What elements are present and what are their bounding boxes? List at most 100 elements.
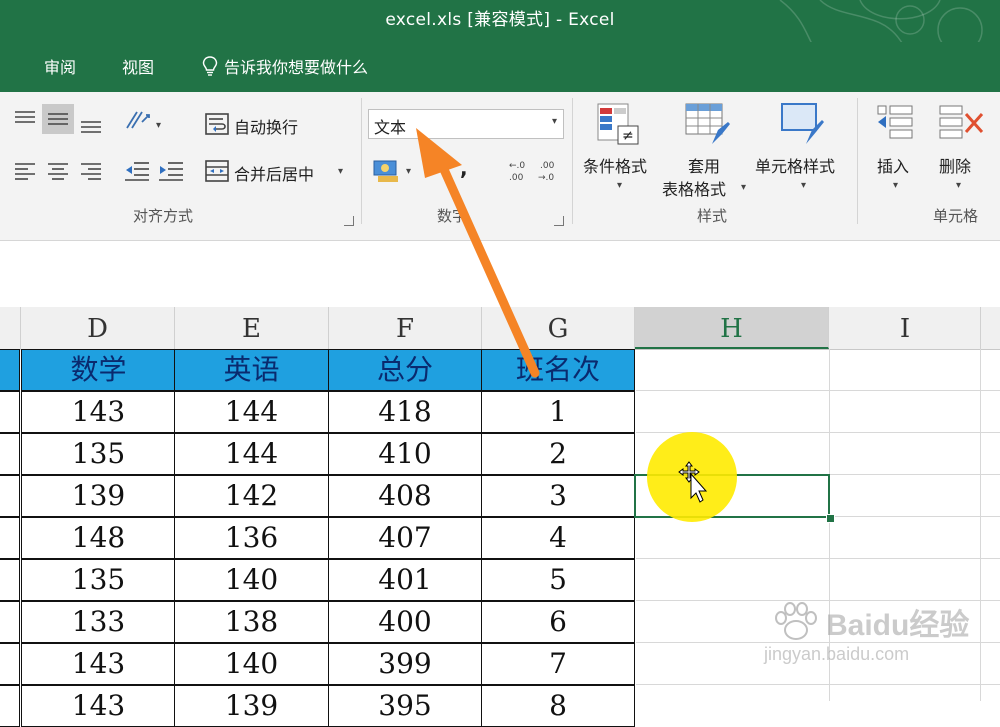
table-cell[interactable] [0,559,20,601]
table-header-cell[interactable]: 总分 [328,349,482,391]
align-top-icon[interactable] [14,108,36,128]
number-group-label: 数字 [437,207,468,225]
comma-style-button[interactable]: , [460,156,468,180]
table-cell[interactable]: 418 [328,391,482,433]
increase-indent-icon[interactable] [158,160,184,182]
table-cell[interactable]: 7 [481,643,635,685]
table-cell[interactable] [0,601,20,643]
orientation-icon[interactable] [124,108,152,132]
table-cell[interactable]: 3 [481,475,635,517]
table-cell[interactable]: 135 [21,559,176,601]
decrease-indent-icon[interactable] [124,160,150,182]
format-as-table-label-2[interactable]: 表格格式 [662,176,726,200]
delete-button[interactable]: 删除 [939,153,971,177]
column-header-g[interactable]: G [482,307,635,349]
table-cell[interactable]: 2 [481,433,635,475]
table-cell[interactable]: 133 [21,601,176,643]
table-cell[interactable] [0,517,20,559]
table-cell[interactable]: 410 [328,433,482,475]
table-cell[interactable]: 142 [174,475,329,517]
column-header-h[interactable]: H [635,307,829,349]
column-header-i[interactable]: I [830,307,981,349]
table-cell[interactable]: 8 [481,685,635,727]
table-cell[interactable]: 140 [174,643,329,685]
table-cell[interactable]: 5 [481,559,635,601]
decrease-decimal-icon[interactable]: .00→.0 [536,158,562,184]
formula-bar[interactable] [0,241,1000,307]
table-cell[interactable] [0,475,20,517]
alignment-launcher-icon[interactable] [344,216,354,226]
fill-handle[interactable] [826,514,835,523]
number-format-select[interactable]: 文本 ▾ [368,109,564,139]
table-cell[interactable]: 6 [481,601,635,643]
table-cell[interactable]: 143 [21,685,176,727]
wrap-text-icon [205,113,229,135]
table-cell[interactable]: 401 [328,559,482,601]
table-cell[interactable]: 399 [328,643,482,685]
orientation-caret-icon[interactable]: ▾ [156,120,161,131]
table-cell[interactable]: 408 [328,475,482,517]
number-launcher-icon[interactable] [554,216,564,226]
column-header-d[interactable]: D [21,307,175,349]
watermark-brand: Baidu经验 [826,609,970,642]
column-header-c[interactable] [0,307,21,349]
format-as-table-label-1[interactable]: 套用 [688,153,720,177]
table-header-cell[interactable] [0,349,20,391]
column-header-f[interactable]: F [329,307,482,349]
tab-review[interactable]: 审阅 [44,54,76,78]
align-middle-button[interactable] [42,104,74,134]
group-separator [361,98,362,224]
table-cell[interactable]: 139 [174,685,329,727]
table-cell[interactable]: 144 [174,433,329,475]
table-cell[interactable] [0,391,20,433]
cell-styles-caret-icon[interactable]: ▾ [801,180,806,191]
svg-text:→.0: →.0 [538,173,554,183]
wrap-text-button[interactable]: 自动换行 [234,114,298,138]
table-cell[interactable] [0,433,20,475]
table-cell[interactable]: 148 [21,517,176,559]
conditional-formatting-button[interactable]: 条件格式 [583,153,647,177]
increase-decimal-icon[interactable]: ←.0.00 [503,158,529,184]
merge-center-button[interactable]: 合并后居中 [234,161,314,185]
table-cell[interactable]: 144 [174,391,329,433]
table-cell[interactable]: 135 [21,433,176,475]
tell-me-box[interactable]: 告诉我你想要做什么 [202,54,368,78]
accounting-format-icon[interactable] [372,158,402,184]
accounting-caret-icon[interactable]: ▾ [406,166,411,177]
table-cell[interactable]: 136 [174,517,329,559]
gridline [636,390,1000,391]
table-cell[interactable]: 400 [328,601,482,643]
table-cell[interactable]: 138 [174,601,329,643]
cells-group-label: 单元格 [933,207,979,225]
merge-caret-icon[interactable]: ▾ [338,166,343,177]
column-header-j[interactable] [981,307,1000,349]
align-center-icon[interactable] [47,162,69,180]
table-cell[interactable] [0,643,20,685]
table-cell[interactable]: 143 [21,643,176,685]
align-left-icon[interactable] [14,162,36,180]
conditional-format-caret-icon[interactable]: ▾ [617,180,622,191]
table-cell[interactable]: 140 [174,559,329,601]
group-separator [857,98,858,224]
table-cell[interactable]: 4 [481,517,635,559]
table-header-cell[interactable]: 班名次 [481,349,635,391]
table-cell[interactable]: 407 [328,517,482,559]
table-cell[interactable] [0,685,20,727]
table-cell[interactable]: 143 [21,391,176,433]
delete-caret-icon[interactable]: ▾ [956,180,961,191]
cell-styles-button[interactable]: 单元格样式 [755,153,835,177]
table-cell[interactable]: 1 [481,391,635,433]
insert-button[interactable]: 插入 [877,153,909,177]
align-bottom-icon[interactable] [80,116,102,136]
title-bar: excel.xls [兼容模式] - Excel [0,0,1000,42]
format-as-table-caret-icon[interactable]: ▾ [741,182,746,193]
tab-view[interactable]: 视图 [122,54,154,78]
table-cell[interactable]: 395 [328,685,482,727]
align-right-icon[interactable] [80,162,102,180]
column-header-e[interactable]: E [175,307,329,349]
table-header-cell[interactable]: 英语 [174,349,329,391]
table-cell[interactable]: 139 [21,475,176,517]
gridline [636,684,1000,685]
insert-caret-icon[interactable]: ▾ [893,180,898,191]
table-header-cell[interactable]: 数学 [21,349,176,391]
